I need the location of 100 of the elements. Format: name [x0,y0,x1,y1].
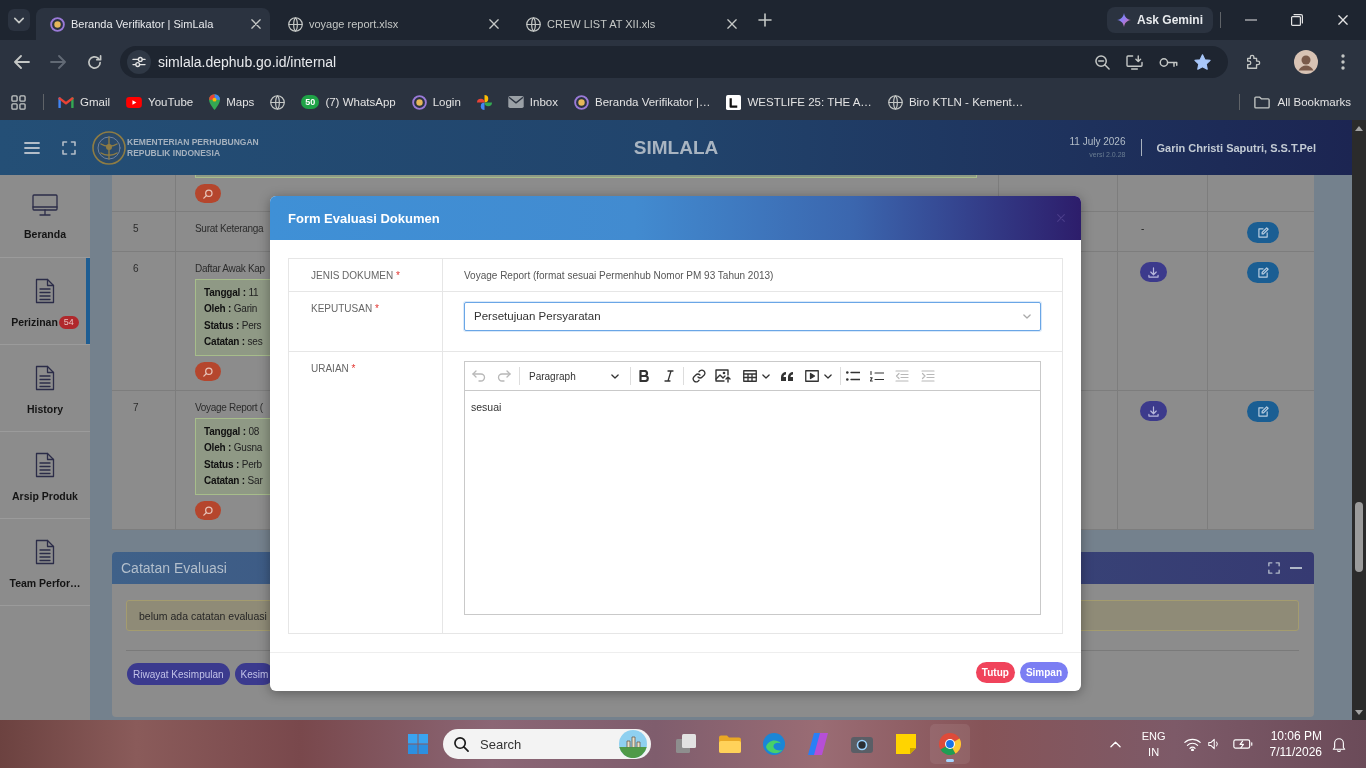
back-icon[interactable] [14,55,30,69]
taskbar-app-button[interactable] [930,724,970,764]
envelope-icon [507,96,524,108]
sticky-note-icon [896,734,916,754]
bookmark-link[interactable]: 50 (7) WhatsApp [295,88,402,116]
edit-button[interactable] [1247,262,1279,283]
count-badge: 50 [301,95,320,109]
restore-icon[interactable] [1291,14,1303,26]
bookmark-link[interactable]: Biro KTLN - Kement… [881,88,1030,116]
install-icon[interactable] [1126,54,1143,70]
illustration-icon[interactable] [619,730,647,758]
emblem-logo-icon [92,130,126,165]
block-format-dropdown[interactable]: Paragraph [528,365,622,387]
globe-icon [288,16,303,32]
key-icon[interactable] [1159,56,1178,68]
scroll-up-icon[interactable] [1355,126,1363,131]
emblem-icon [411,94,427,110]
address-bar[interactable]: simlala.dephub.go.id/internal [120,46,1228,78]
header-date: 11 July 2026 [1069,136,1126,148]
all-bookmarks-button[interactable]: All Bookmarks [1247,88,1357,116]
map-pin-icon [209,94,221,110]
bold-icon[interactable] [639,370,649,382]
bookmark-link[interactable]: WESTLIFE 25: THE A… [720,88,878,116]
ministry-name: KEMENTERIAN PERHUBUNGAN [127,136,259,148]
chevron-down-icon [1023,314,1031,319]
edit-button[interactable] [1247,401,1279,423]
site-info-button[interactable] [127,50,151,74]
download-icon [1148,266,1159,278]
camera-icon [851,735,873,753]
tab-search-button[interactable] [8,9,30,31]
ask-gemini-button[interactable]: Ask Gemini [1106,7,1213,33]
zoom-out-icon[interactable] [1095,54,1110,70]
close-button[interactable]: Tutup [975,662,1015,683]
edit-button[interactable] [1247,222,1279,243]
tune-icon [132,56,146,68]
bookmark-link[interactable]: Beranda Verifikator |… [567,88,717,116]
monitor-icon [32,194,58,216]
browser-tab[interactable]: CREW LIST AT XII.xls [512,8,746,40]
decision-select[interactable]: Persetujuan Persyaratan [464,302,1041,331]
quote-icon[interactable] [780,371,794,381]
fullscreen-icon[interactable] [62,140,76,155]
bookmark-link[interactable]: YouTube [120,88,200,116]
media-icon[interactable] [805,370,819,382]
folder-icon [719,735,741,753]
menu-icon[interactable] [24,141,40,154]
avatar-icon[interactable] [1294,50,1318,74]
summary-history-button[interactable]: Riwayat Kesimpulan [127,663,230,686]
clock[interactable]: 10:06 PM 7/11/2026 [1269,728,1322,760]
window-stack-icon [676,734,696,754]
required-mark: * [374,303,379,314]
bulleted-list-icon[interactable] [846,371,860,381]
scroll-down-icon[interactable] [1355,710,1363,715]
search-icon [203,505,213,516]
tile-icon [726,94,742,110]
row-number: 7 [133,402,139,415]
caret-icon[interactable] [762,373,770,379]
caret-icon[interactable] [824,373,832,379]
puzzle-icon[interactable] [1245,54,1261,70]
user-name[interactable]: Garin Christi Saputri, S.S.T.Pel [1156,141,1316,154]
preview-button[interactable] [195,184,221,203]
bell-icon[interactable] [1332,736,1346,752]
chevron-up-icon[interactable] [1109,740,1121,748]
wifi-icon[interactable] [1183,737,1201,751]
edit-icon [1257,227,1269,238]
download-button[interactable] [1140,401,1167,422]
editor-content[interactable]: sesuai [464,391,1041,615]
italic-icon[interactable] [664,370,674,382]
download-button[interactable] [1140,262,1167,282]
menu-icon[interactable] [1341,54,1345,70]
search-field[interactable]: Search [443,729,651,759]
required-mark: * [396,270,400,281]
minimize-icon[interactable] [1290,567,1302,570]
search-input[interactable]: Search [480,736,600,752]
bookmark-link[interactable]: Gmail [52,88,117,116]
link-icon[interactable] [692,369,706,383]
expand-icon[interactable] [1268,562,1280,575]
scrollbar[interactable] [1352,120,1366,720]
field-label: JENIS DOKUMEN [311,270,394,281]
edit-icon [1257,406,1269,418]
scrollbar-thumb[interactable] [1355,502,1363,572]
bookmark-link[interactable]: Maps [203,88,261,116]
battery-icon[interactable] [1232,738,1253,750]
browser-tab[interactable]: Beranda Verifikator | SimLala [36,8,270,40]
apps-icon[interactable] [11,94,26,110]
browser-tab[interactable]: voyage report.xlsx [274,8,508,40]
language-indicator[interactable]: ENG IN [1141,728,1166,760]
sidebar-item[interactable]: Perizinan 54 [0,258,90,345]
bookmark-link[interactable]: Inbox [501,88,564,116]
ribbon-logo-icon [807,733,829,755]
circle-logo-icon [939,733,961,755]
preview-button[interactable] [195,362,221,382]
row-number: 5 [133,223,139,235]
reload-icon[interactable] [86,54,102,70]
new-tab-icon[interactable] [758,13,772,27]
numbered-list-icon[interactable] [870,370,884,382]
image-upload-icon[interactable] [715,369,731,383]
star-icon[interactable] [1194,54,1211,70]
bookmark-link[interactable]: Login [405,88,467,116]
preview-button[interactable] [195,501,221,521]
table-icon[interactable] [743,370,757,382]
